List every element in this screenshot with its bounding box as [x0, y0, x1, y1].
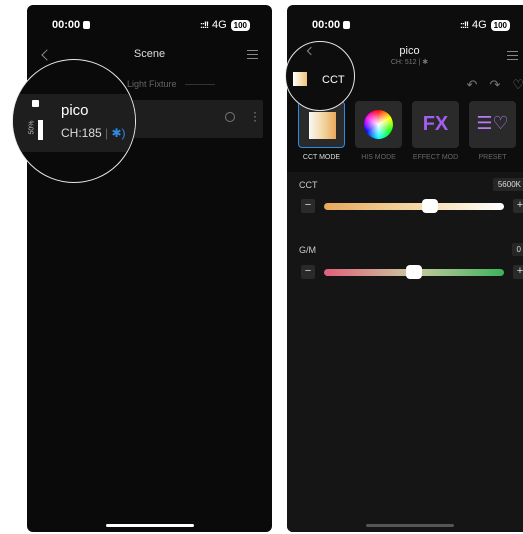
- status-bar: 00:00 ::!! 4G 100: [287, 5, 523, 45]
- fixture-thumbnail: 50%: [27, 100, 43, 144]
- network-label: 4G: [471, 19, 487, 31]
- home-indicator: [105, 524, 194, 527]
- fx-icon: FX: [422, 113, 449, 135]
- favorite-add-icon[interactable]: ♡: [512, 77, 523, 93]
- preset-icon: ☰♡: [476, 113, 509, 133]
- signal-icon: ::!!: [459, 20, 469, 30]
- separator: |: [105, 126, 109, 140]
- brightness-label: 50%: [28, 120, 36, 135]
- mode-label: CCT MODE: [302, 154, 341, 161]
- gm-decrease-button[interactable]: −: [301, 265, 315, 279]
- menu-icon[interactable]: [247, 50, 258, 59]
- color-wheel-icon: [364, 110, 393, 139]
- fixture-channel: CH:185: [61, 126, 102, 140]
- brightness-bar: [38, 120, 43, 140]
- light-icon: [32, 100, 39, 107]
- fixture-channel-row: CH:185 | ✱): [61, 126, 126, 140]
- back-icon[interactable]: [306, 46, 316, 56]
- status-time: 00:00: [312, 19, 351, 31]
- signal-icon: ::!!: [199, 20, 209, 30]
- page-title: Scene: [133, 48, 166, 60]
- magnifier-mode: CCT: [285, 41, 355, 111]
- status-bar: 00:00 ::!! 4G 100: [27, 5, 272, 45]
- undo-icon[interactable]: ↶: [467, 77, 478, 93]
- lock-icon: [83, 21, 91, 29]
- fixture-name: pico: [61, 102, 89, 119]
- cct-label: CCT: [299, 180, 318, 190]
- toolbar: ↶ ↷ ♡: [467, 77, 523, 93]
- mode-label: EFFECT MOD: [412, 154, 459, 161]
- home-indicator: [365, 524, 454, 527]
- cct-slider[interactable]: [324, 199, 504, 213]
- network-label: 4G: [211, 19, 227, 31]
- bluetooth-icon: ✱): [111, 126, 126, 140]
- mode-label: HIS MODE: [361, 154, 396, 161]
- cct-decrease-button[interactable]: −: [301, 199, 315, 213]
- cct-slider-handle[interactable]: [422, 199, 439, 213]
- gm-increase-button[interactable]: +: [513, 265, 523, 279]
- cct-swatch-icon: [309, 112, 336, 139]
- status-time: 00:00: [52, 19, 91, 31]
- control-panel: CCT 5600K − + G/M 0 − +: [287, 172, 523, 532]
- mode-preset[interactable]: ☰♡ PRESET: [469, 101, 516, 161]
- more-icon[interactable]: · · ·: [253, 106, 257, 126]
- gm-label: G/M: [299, 245, 316, 255]
- gm-value[interactable]: 0: [511, 243, 523, 256]
- current-mode-label: CCT: [322, 74, 345, 86]
- gm-slider[interactable]: [324, 265, 504, 279]
- redo-icon[interactable]: ↷: [489, 77, 500, 93]
- cct-swatch-icon: [293, 72, 307, 86]
- magnifier-fixture: 50% pico CH:185 | ✱): [12, 59, 136, 183]
- cct-increase-button[interactable]: +: [513, 199, 523, 213]
- lock-icon: [343, 21, 351, 29]
- section-label: Light Fixture: [127, 79, 215, 89]
- mode-label: PRESET: [478, 154, 507, 161]
- menu-icon[interactable]: [507, 51, 518, 60]
- battery-badge: 100: [490, 19, 510, 31]
- mode-effect[interactable]: FX EFFECT MOD: [412, 101, 459, 161]
- mode-selector: CCT MODE HIS MODE FX EFFECT MOD ☰♡ PRESE…: [298, 101, 516, 161]
- battery-badge: 100: [230, 19, 250, 31]
- bulb-icon[interactable]: [225, 112, 235, 122]
- gm-slider-handle[interactable]: [406, 265, 422, 279]
- cct-value[interactable]: 5600K: [492, 178, 523, 191]
- mode-his[interactable]: HIS MODE: [355, 101, 402, 161]
